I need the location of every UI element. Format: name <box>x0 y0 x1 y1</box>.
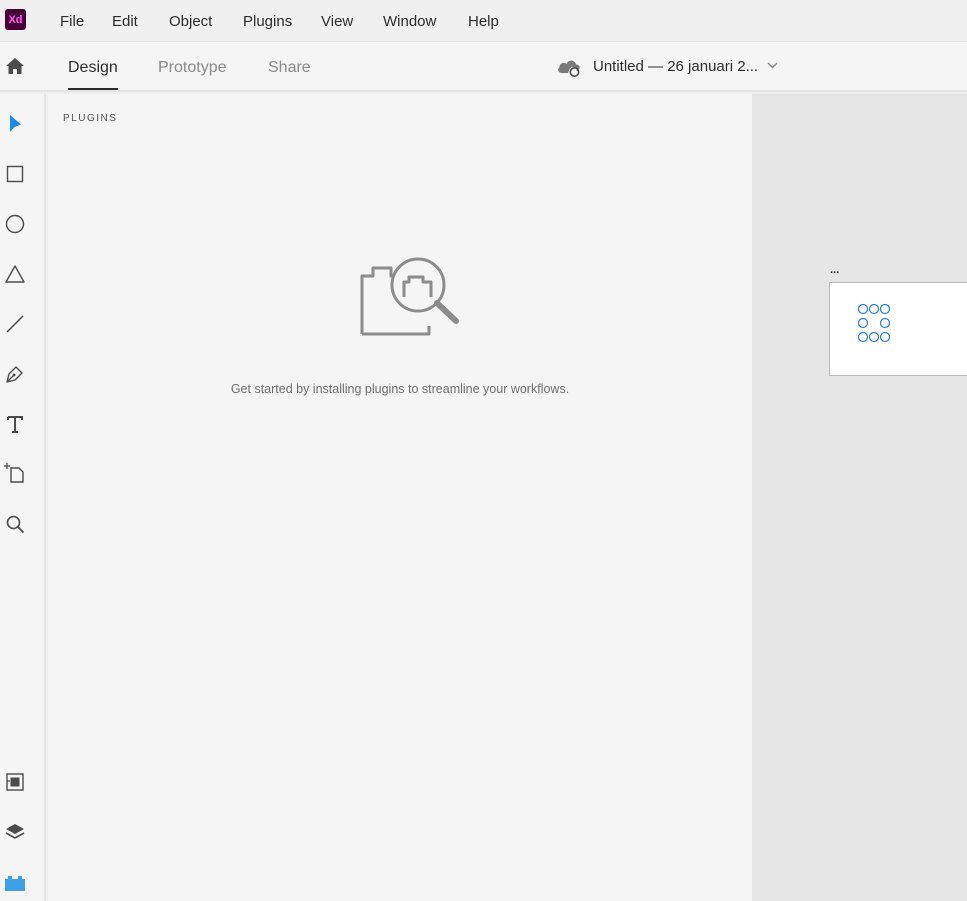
zoom-tool-icon[interactable] <box>4 513 26 535</box>
rectangle-tool-icon[interactable] <box>4 163 26 185</box>
polygon-tool-icon[interactable] <box>4 263 26 285</box>
layers-icon[interactable] <box>4 821 26 843</box>
artboard-tool-icon[interactable] <box>4 462 26 484</box>
artboard-label[interactable]: ... <box>830 264 839 276</box>
plugins-icon[interactable] <box>4 871 26 893</box>
tools-toolbar <box>0 94 46 901</box>
menu-plugins[interactable]: Plugins <box>243 13 292 30</box>
ellipse-tool-icon[interactable] <box>4 213 26 235</box>
empty-state-message: Get started by installing plugins to str… <box>230 382 570 396</box>
menu-help[interactable]: Help <box>468 13 499 30</box>
tab-share[interactable]: Share <box>268 59 311 77</box>
circles-glyph-icon <box>857 303 891 343</box>
plugins-search-illustration-icon <box>360 257 459 336</box>
design-canvas[interactable]: ... <box>752 94 967 901</box>
text-tool-icon[interactable] <box>4 413 26 435</box>
menu-view[interactable]: View <box>321 13 353 30</box>
menu-bar: Xd File Edit Object Plugins View Window … <box>0 0 967 42</box>
tab-design[interactable]: Design <box>68 59 118 77</box>
select-tool-icon[interactable] <box>4 112 26 134</box>
chevron-down-icon[interactable] <box>766 60 779 70</box>
menu-edit[interactable]: Edit <box>112 13 138 30</box>
app-logo: Xd <box>5 9 26 30</box>
mode-tab-bar: Design Prototype Share Untitled — 26 jan… <box>0 42 967 92</box>
home-icon[interactable] <box>4 55 26 77</box>
panel-title: PLUGINS <box>63 113 118 124</box>
active-tab-indicator <box>68 88 118 90</box>
menu-file[interactable]: File <box>60 13 84 30</box>
cloud-sync-icon[interactable] <box>556 56 584 78</box>
pen-tool-icon[interactable] <box>4 363 26 385</box>
document-title[interactable]: Untitled — 26 januari 2... <box>593 58 758 75</box>
menu-object[interactable]: Object <box>169 13 212 30</box>
line-tool-icon[interactable] <box>4 313 26 335</box>
artboard[interactable] <box>829 282 967 376</box>
plugins-panel: PLUGINS Get started by installing plugin… <box>48 94 752 901</box>
assets-icon[interactable] <box>4 771 26 793</box>
menu-window[interactable]: Window <box>383 13 436 30</box>
tab-prototype[interactable]: Prototype <box>158 59 226 77</box>
